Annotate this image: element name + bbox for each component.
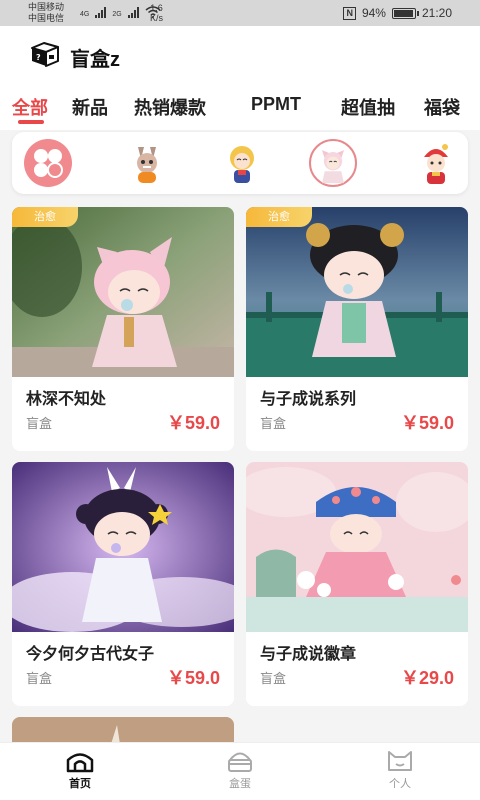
product-price: ￥59.0 <box>400 413 454 433</box>
status-bar: 中国移动 中国电信 4G 2G 1.6 K/s N 94% 21:20 <box>0 0 480 26</box>
grid-all-icon[interactable] <box>24 139 72 187</box>
net-type-2: 2G <box>112 11 122 18</box>
blonde-doll-figure[interactable] <box>218 139 266 187</box>
cat-hat-doll-selected[interactable] <box>309 139 357 187</box>
nav-egg-box-label: 盒蛋 <box>229 778 251 790</box>
labubu-figure[interactable] <box>123 139 171 187</box>
network-speed: 1.6 K/s <box>150 3 163 23</box>
product-price: ￥59.0 <box>166 413 220 433</box>
nav-home[interactable]: 首页 <box>40 749 120 791</box>
app-title: 盲盒z <box>70 49 120 71</box>
carrier-info: 中国移动 中国电信 <box>28 2 64 24</box>
healing-badge: 治愈 <box>246 207 312 227</box>
product-image-pink-fox-doll <box>12 207 234 377</box>
carrier-1: 中国移动 <box>28 2 65 12</box>
product-category: 盲盒 <box>260 416 287 431</box>
product-card[interactable]: 治愈 林深不知处 盲盒 ￥59.0 <box>12 207 234 451</box>
category-tabs: 全部 新品 热销爆款 PPMT 超值抽 福袋 <box>0 84 480 130</box>
product-title: 今夕何夕古代女子 <box>26 646 155 663</box>
tab-lucky-bag[interactable]: 福袋 <box>424 94 460 120</box>
tab-new[interactable]: 新品 <box>72 94 108 120</box>
svg-text:?: ? <box>36 53 41 62</box>
battery-icon <box>391 7 419 19</box>
product-image-ancient-girl-doll <box>246 207 468 377</box>
carrier-2: 中国电信 <box>28 13 65 23</box>
product-category: 盲盒 <box>26 671 53 686</box>
cat-hat-doll-figure <box>322 150 344 184</box>
signal-icons: 4G 2G <box>80 6 161 18</box>
tab-ppmt[interactable]: PPMT <box>251 94 301 115</box>
product-price: ￥29.0 <box>400 668 454 688</box>
product-title: 与子成说系列 <box>260 391 357 408</box>
clock: 21:20 <box>421 6 452 20</box>
app-header: ? 盲盒z <box>0 26 480 84</box>
egg-box-icon <box>227 752 253 772</box>
tab-hot[interactable]: 热销爆款 <box>134 94 206 120</box>
product-image-bunny-hair-doll <box>12 462 234 632</box>
nav-egg-box[interactable]: 盒蛋 <box>200 749 280 791</box>
home-icon <box>66 753 94 773</box>
product-image-opera-badge <box>246 462 468 632</box>
tab-value-draw[interactable]: 超值抽 <box>341 94 395 120</box>
signal-icon-2 <box>127 6 139 18</box>
tab-all[interactable]: 全部 <box>12 94 48 120</box>
product-price: ￥59.0 <box>166 668 220 688</box>
product-title: 林深不知处 <box>26 391 107 408</box>
active-tab-indicator <box>18 120 44 124</box>
signal-icon <box>95 6 107 18</box>
healing-badge: 治愈 <box>12 207 78 227</box>
red-hat-doll-figure[interactable] <box>412 139 460 187</box>
nfc-icon: N <box>343 6 356 20</box>
nav-home-label: 首页 <box>69 778 91 790</box>
product-card[interactable]: 今夕何夕古代女子 盲盒 ￥59.0 <box>12 462 234 706</box>
cat-face-icon <box>388 751 412 771</box>
battery-percent: 94% <box>361 6 386 20</box>
net-type-1: 4G <box>80 11 90 18</box>
status-right: N 94% 21:20 <box>343 6 452 20</box>
product-card[interactable]: 与子成说徽章 盲盒 ￥29.0 <box>246 462 468 706</box>
speed-unit: K/s <box>150 13 164 23</box>
bottom-navigation: 首页 盒蛋 个人 <box>0 742 480 800</box>
product-card[interactable]: 治愈 与子成说系列 盲盒 ￥59.0 <box>246 207 468 451</box>
nav-profile[interactable]: 个人 <box>360 749 440 791</box>
speed-value: 1.6 <box>150 3 163 13</box>
blind-box-logo-icon: ? <box>31 42 59 67</box>
product-category: 盲盒 <box>26 416 53 431</box>
category-icon-strip <box>12 132 468 194</box>
product-category: 盲盒 <box>260 671 287 686</box>
product-title: 与子成说徽章 <box>260 646 357 663</box>
nav-profile-label: 个人 <box>389 778 411 790</box>
